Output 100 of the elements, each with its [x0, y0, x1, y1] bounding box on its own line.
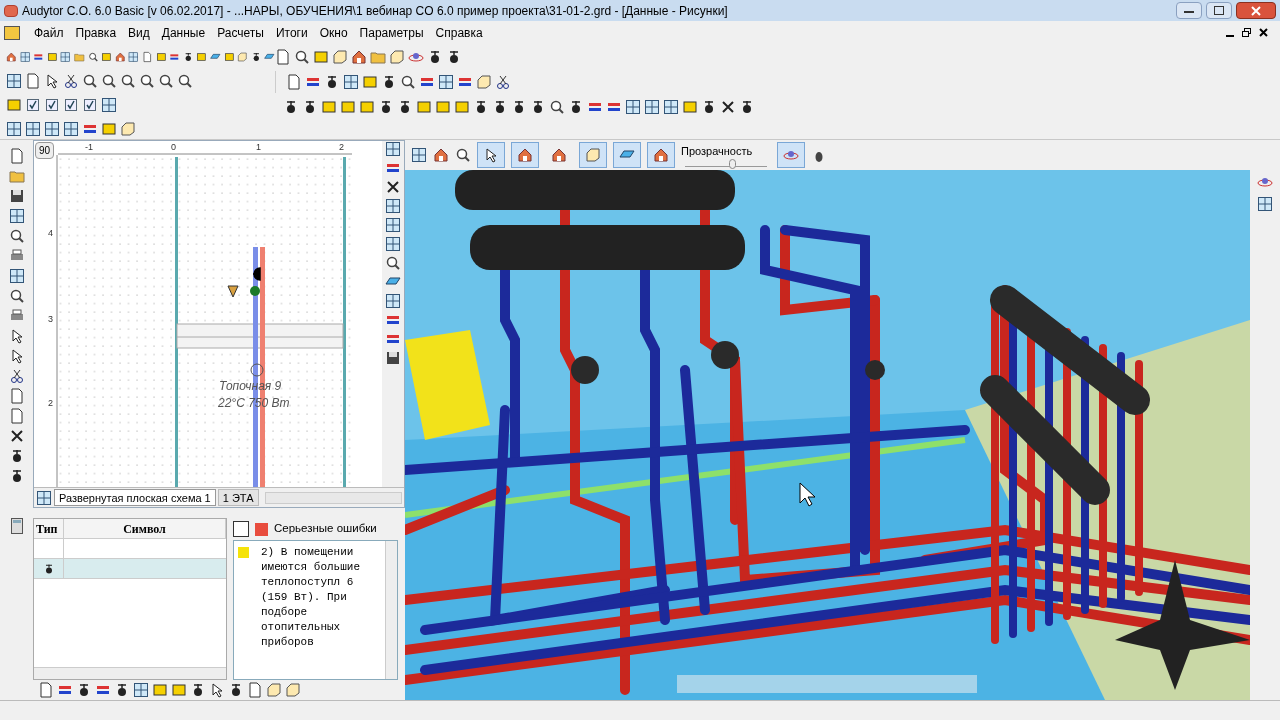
- magnifier-icon[interactable]: [8, 228, 25, 244]
- view-tool-button[interactable]: [511, 142, 539, 168]
- grid-icon[interactable]: [36, 489, 52, 506]
- square-icon[interactable]: [101, 120, 117, 137]
- magnifier-icon[interactable]: [294, 49, 310, 65]
- box-icon[interactable]: [285, 682, 301, 698]
- close-button[interactable]: [1236, 2, 1276, 19]
- grid-icon[interactable]: [343, 74, 359, 90]
- orbit-button[interactable]: [777, 142, 805, 168]
- slider-thumb[interactable]: [728, 159, 736, 170]
- pointer-icon[interactable]: [44, 72, 60, 89]
- menu-item[interactable]: Итоги: [269, 21, 314, 44]
- square-icon[interactable]: [435, 99, 451, 115]
- magnifier-icon[interactable]: [177, 72, 193, 89]
- checkbox-icon[interactable]: [25, 96, 41, 113]
- checkbox-icon[interactable]: [63, 96, 79, 113]
- grid-icon[interactable]: [385, 198, 401, 214]
- document-icon[interactable]: [8, 148, 25, 164]
- grid-icon[interactable]: [625, 99, 641, 115]
- grid-icon[interactable]: [8, 208, 25, 224]
- menu-item[interactable]: Вид: [122, 21, 156, 44]
- grid-icon[interactable]: [101, 96, 117, 113]
- document-icon[interactable]: [247, 682, 263, 698]
- horizontal-scrollbar[interactable]: [264, 491, 402, 504]
- view-tool-button[interactable]: [647, 142, 675, 168]
- rotation-angle-field[interactable]: 90: [35, 142, 55, 159]
- document-icon[interactable]: [275, 49, 291, 65]
- menu-item[interactable]: Данные: [155, 21, 212, 44]
- restore-icon[interactable]: [1242, 28, 1251, 37]
- delete-icon[interactable]: [385, 179, 401, 195]
- grid-icon[interactable]: [438, 74, 454, 90]
- grid-icon[interactable]: [1257, 196, 1273, 212]
- vertical-scrollbar[interactable]: [385, 541, 397, 679]
- box-icon[interactable]: [120, 120, 136, 137]
- magnifier-icon[interactable]: [101, 72, 117, 89]
- column-header[interactable]: Тип: [34, 519, 64, 538]
- magnifier-icon[interactable]: [549, 99, 565, 115]
- document-icon[interactable]: [38, 682, 54, 698]
- grid-icon[interactable]: [25, 120, 41, 137]
- square-icon[interactable]: [340, 99, 356, 115]
- pointer-icon[interactable]: [209, 682, 225, 698]
- grid-icon[interactable]: [385, 236, 401, 252]
- maximize-button[interactable]: [1206, 2, 1232, 19]
- grid-icon[interactable]: [385, 141, 401, 157]
- square-icon[interactable]: [152, 682, 168, 698]
- delete-icon[interactable]: [8, 428, 25, 444]
- grid-icon[interactable]: [385, 293, 401, 309]
- transparency-slider[interactable]: [685, 159, 767, 168]
- grid-icon[interactable]: [663, 99, 679, 115]
- view-tool-button[interactable]: [477, 142, 505, 168]
- scissors-icon[interactable]: [495, 74, 511, 90]
- magnifier-icon[interactable]: [82, 72, 98, 89]
- house-icon[interactable]: [433, 147, 449, 163]
- menu-item[interactable]: Параметры: [353, 21, 430, 44]
- view-tool-button[interactable]: [613, 142, 641, 168]
- calculator-icon[interactable]: [10, 518, 23, 534]
- grid-icon[interactable]: [44, 120, 60, 137]
- menu-item[interactable]: Расчеты: [211, 21, 270, 44]
- grid-icon[interactable]: [8, 268, 25, 284]
- minimize-button[interactable]: [1176, 2, 1202, 19]
- box-icon[interactable]: [332, 49, 348, 65]
- grid-icon[interactable]: [385, 217, 401, 233]
- box-icon[interactable]: [266, 682, 282, 698]
- delete-icon[interactable]: [720, 99, 736, 115]
- scissors-icon[interactable]: [8, 368, 25, 384]
- checkbox[interactable]: [233, 521, 249, 537]
- menu-item[interactable]: Правка: [69, 21, 123, 44]
- grid-icon[interactable]: [63, 120, 79, 137]
- scissors-icon[interactable]: [63, 72, 79, 89]
- square-icon[interactable]: [6, 96, 22, 113]
- document-icon[interactable]: [8, 408, 25, 424]
- box-icon[interactable]: [476, 74, 492, 90]
- house-icon[interactable]: [351, 49, 367, 65]
- magnifier-icon[interactable]: [400, 74, 416, 90]
- menu-item[interactable]: Справка: [429, 21, 489, 44]
- menu-item[interactable]: Окно: [313, 21, 354, 44]
- checkbox-icon[interactable]: [44, 96, 60, 113]
- grid-icon[interactable]: [644, 99, 660, 115]
- document-icon[interactable]: [8, 388, 25, 404]
- magnifier-icon[interactable]: [8, 288, 25, 304]
- close-icon[interactable]: [1259, 28, 1268, 37]
- grid-icon[interactable]: [133, 682, 149, 698]
- magnifier-icon[interactable]: [455, 147, 471, 163]
- checkbox-icon[interactable]: [82, 96, 98, 113]
- grid-icon[interactable]: [6, 120, 22, 137]
- magnifier-icon[interactable]: [120, 72, 136, 89]
- magnifier-icon[interactable]: [385, 255, 401, 271]
- ruler-label: 4: [48, 227, 53, 240]
- sheet-tab[interactable]: 1 ЭТА: [217, 489, 259, 506]
- sheet-tab[interactable]: Развернутая плоская схема 1: [54, 489, 216, 506]
- box-icon[interactable]: [389, 49, 405, 65]
- document-icon[interactable]: [286, 74, 302, 90]
- magnifier-icon[interactable]: [139, 72, 155, 89]
- grid-icon[interactable]: [6, 72, 22, 89]
- horizontal-scrollbar[interactable]: [34, 667, 226, 679]
- column-header[interactable]: Символ: [64, 519, 226, 538]
- grid-icon[interactable]: [411, 147, 427, 163]
- menu-item[interactable]: Файл: [28, 21, 70, 44]
- document-icon[interactable]: [25, 72, 41, 89]
- magnifier-icon[interactable]: [158, 72, 174, 89]
